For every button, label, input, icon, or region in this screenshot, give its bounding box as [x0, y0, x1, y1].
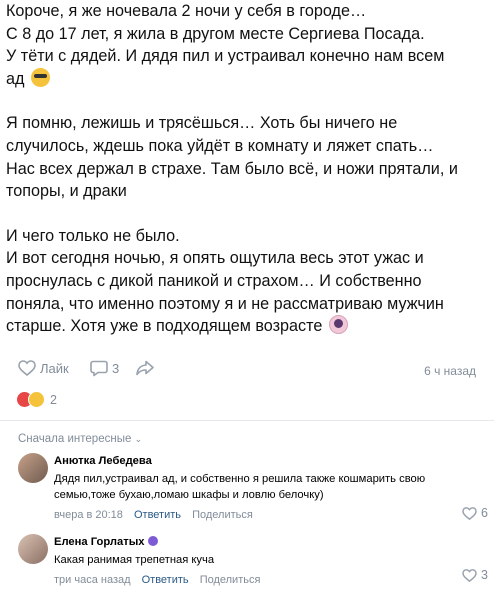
comment: Елена Горлатых Какая ранимая трепетная к…: [18, 534, 488, 586]
heart-outline-icon: [462, 506, 477, 520]
chevron-down-icon: ⌄: [134, 434, 143, 444]
post-line: С 8 до 17 лет, я жила в другом месте Сер…: [6, 24, 425, 43]
post-line: И чего только не было.: [6, 226, 180, 245]
post-line: проснулась с дикой паникой и страхом… И …: [6, 271, 422, 290]
post-line: поняла, что именно поэтому я и не рассма…: [6, 294, 444, 313]
comment-author[interactable]: Елена Горлатых: [54, 536, 488, 548]
post-time[interactable]: 6 ч назад: [424, 364, 476, 378]
comment-text: Дядя пил,устраивал ад, и собственно я ре…: [54, 471, 488, 503]
share-link[interactable]: Поделиться: [192, 509, 253, 521]
avatar[interactable]: [18, 453, 48, 483]
comment-text: Какая ранимая трепетная куча: [54, 552, 488, 568]
comments-sort-label: Сначала интересные: [18, 433, 132, 445]
comment-text-line: семью,тоже бухаю,ломаю шкафы и ловлю бел…: [54, 489, 324, 501]
comment-like-button[interactable]: 3: [462, 568, 488, 582]
divider: [0, 420, 494, 421]
post-line-text: ад: [6, 69, 25, 88]
like-button[interactable]: Лайк: [18, 360, 69, 376]
post-line-text: старше. Хотя уже в подходящем возрасте: [6, 317, 323, 336]
post-line: Короче, я же ночевала 2 ночи у себя в го…: [6, 2, 367, 20]
comment-author[interactable]: Анютка Лебедева: [54, 455, 488, 467]
wow-reaction-icon: [28, 391, 45, 408]
comment-time[interactable]: три часа назад: [54, 574, 131, 586]
post-actions: Лайк 3 6 ч назад: [18, 360, 476, 382]
reactions-summary[interactable]: 2: [16, 391, 57, 408]
comment-meta: три часа назад Ответить Поделиться: [54, 574, 488, 586]
post-text: Короче, я же ночевала 2 ночи у себя в го…: [6, 0, 492, 338]
badge-icon: [147, 536, 158, 546]
heart-outline-icon: [18, 360, 36, 376]
comments-count: 3: [112, 361, 120, 376]
comment-like-count: 6: [481, 506, 488, 520]
share-button[interactable]: [136, 360, 154, 376]
post-line: Нас всех держал в страхе. Там было всё, …: [6, 159, 458, 178]
reply-button[interactable]: Ответить: [134, 509, 181, 521]
comment-text-line: Дядя пил,устраивал ад, и собственно я ре…: [54, 473, 426, 485]
heart-outline-icon: [462, 568, 477, 582]
share-link[interactable]: Поделиться: [200, 574, 261, 586]
comment-icon: [90, 360, 108, 377]
comment-like-count: 3: [481, 568, 488, 582]
comment-like-button[interactable]: 6: [462, 506, 488, 520]
reply-button[interactable]: Ответить: [142, 574, 189, 586]
comment-meta: вчера в 20:18 Ответить Поделиться: [54, 509, 488, 521]
post-line: ад: [6, 67, 492, 91]
share-icon: [136, 360, 154, 376]
woman-shrugging-icon: [328, 315, 348, 335]
post-line: Я помню, лежишь и трясёшься… Хоть бы нич…: [6, 114, 398, 133]
comments-sort-dropdown[interactable]: Сначала интересные ⌄: [18, 433, 142, 445]
post-line: случилось, ждешь пока уйдёт в комнату и …: [6, 136, 434, 155]
comment-text-line: Какая ранимая трепетная куча: [54, 554, 215, 566]
reactions-count: 2: [50, 392, 57, 407]
comments-button[interactable]: 3: [90, 360, 119, 377]
post-line: И вот сегодня ночью, я опять ощутила вес…: [6, 249, 424, 268]
post-line: старше. Хотя уже в подходящем возрасте: [6, 315, 492, 338]
comment-body: Елена Горлатых Какая ранимая трепетная к…: [54, 536, 488, 586]
comment: Анютка Лебедева Дядя пил,устраивал ад, и…: [18, 453, 488, 523]
post-line: топоры, и драки: [6, 182, 127, 201]
avatar[interactable]: [18, 534, 48, 564]
comment-time[interactable]: вчера в 20:18: [54, 509, 123, 521]
comment-author-name: Елена Горлатых: [54, 536, 145, 548]
face-with-sunglasses-icon: [30, 67, 50, 87]
post-line: У тёти с дядей. И дядя пил и устраивал к…: [6, 47, 445, 66]
comment-body: Анютка Лебедева Дядя пил,устраивал ад, и…: [54, 455, 488, 521]
like-label: Лайк: [40, 360, 69, 376]
